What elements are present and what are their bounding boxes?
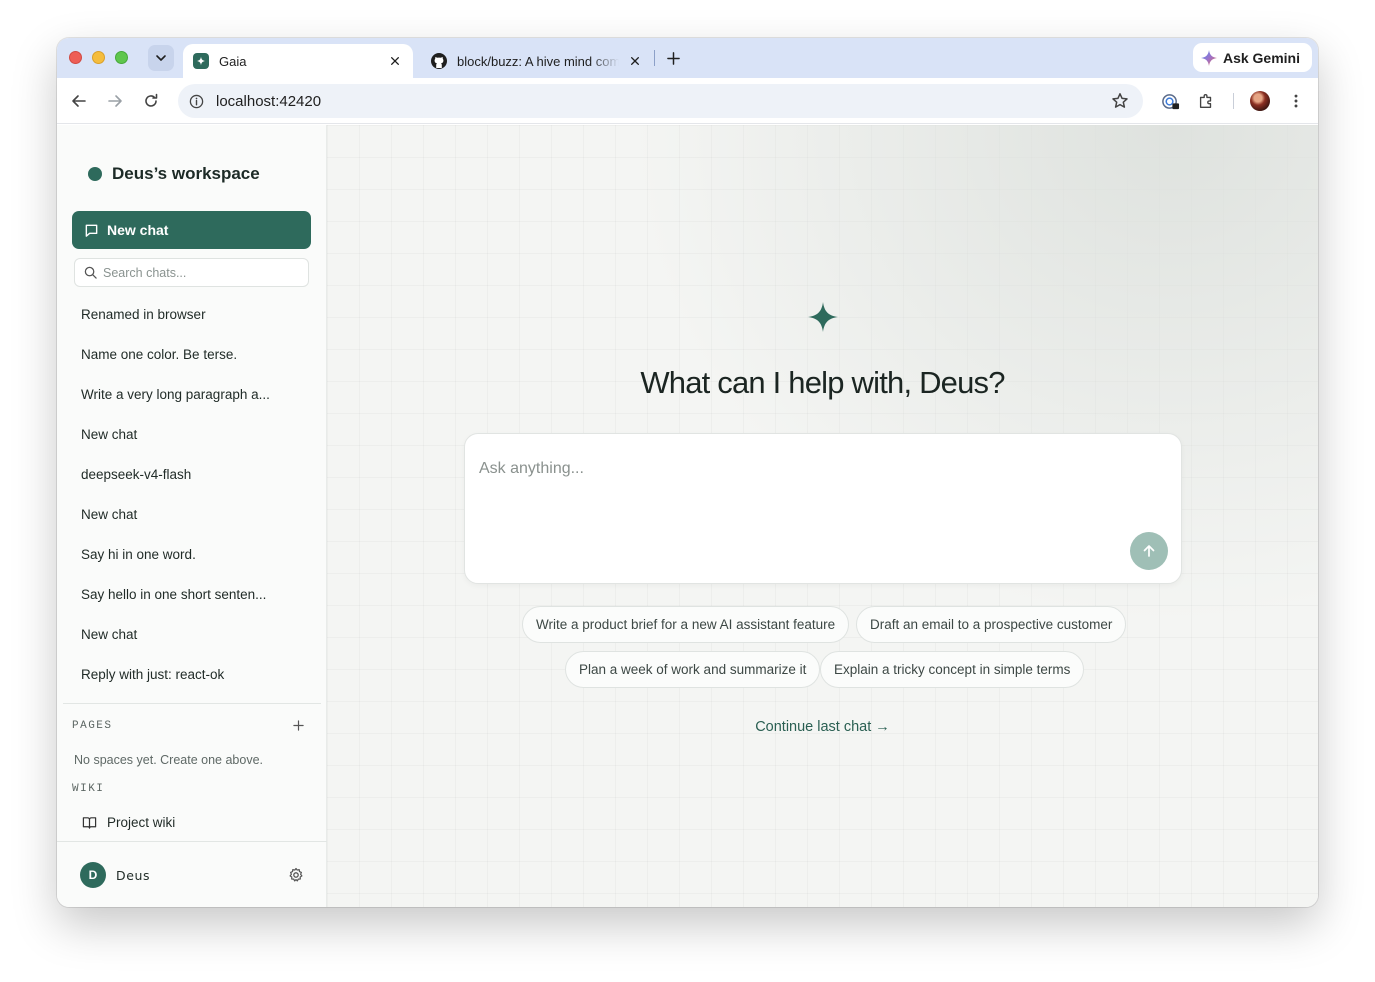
- ask-gemini-button[interactable]: Ask Gemini: [1192, 43, 1312, 72]
- tab-search-button[interactable]: [148, 45, 174, 71]
- forward-button[interactable]: [104, 90, 126, 112]
- github-icon: [431, 53, 447, 69]
- chat-list-item[interactable]: Write a very long paragraph a...: [69, 374, 315, 414]
- pages-section-label: PAGES: [72, 720, 113, 732]
- chat-list-item[interactable]: Name one color. Be terse.: [69, 334, 315, 374]
- chat-bubble-icon: [85, 224, 98, 237]
- workspace-dot-icon: [88, 167, 102, 181]
- search-icon: [84, 266, 97, 279]
- tab-gaia[interactable]: Gaia: [183, 44, 413, 78]
- book-icon: [82, 817, 97, 829]
- add-page-button[interactable]: [290, 717, 306, 733]
- suggestion-chip[interactable]: Write a product brief for a new AI assis…: [522, 606, 850, 643]
- chevron-down-icon: [156, 55, 166, 61]
- arrow-right-icon: [108, 95, 122, 107]
- tab-title: Gaia: [219, 53, 247, 69]
- app-root: Deus’s workspace New chat Renamed in bro…: [57, 125, 1318, 907]
- tab-github[interactable]: block/buzz: A hive mind comm: [421, 44, 653, 78]
- minimize-window-button[interactable]: [92, 51, 105, 64]
- plus-icon: [292, 719, 304, 731]
- browser-menu-icon[interactable]: [1286, 91, 1306, 111]
- sidebar-footer: D Deus: [57, 841, 327, 907]
- pages-empty-note: No spaces yet. Create one above.: [74, 753, 264, 767]
- url-text: localhost:42420: [216, 92, 322, 110]
- user-avatar[interactable]: D: [80, 862, 106, 888]
- chat-list-item[interactable]: deepseek-v4-flash: [69, 454, 315, 494]
- gemini-sparkle-icon: [1200, 49, 1217, 66]
- main-panel: What can I help with, Deus? Write a prod…: [327, 125, 1318, 907]
- chat-list-item[interactable]: New chat: [69, 614, 315, 654]
- chat-list-item[interactable]: Say hi in one word.: [69, 534, 315, 574]
- sidebar: Deus’s workspace New chat Renamed in bro…: [57, 125, 327, 907]
- toolbar-divider: [1233, 93, 1234, 109]
- back-button[interactable]: [68, 90, 90, 112]
- suggestion-chip[interactable]: Explain a tricky concept in simple terms: [820, 651, 1085, 688]
- bookmark-star-icon[interactable]: [1111, 92, 1129, 110]
- search-chats[interactable]: [74, 258, 309, 287]
- suggestion-chip[interactable]: Draft an email to a prospective customer: [856, 606, 1127, 643]
- arrow-left-icon: [72, 95, 86, 107]
- new-chat-button[interactable]: New chat: [72, 211, 311, 249]
- ask-gemini-label: Ask Gemini: [1222, 49, 1300, 66]
- new-tab-button[interactable]: [663, 48, 683, 68]
- tab-strip: Gaia block/buzz: A hive mind comm Ask Ge…: [57, 38, 1318, 78]
- sparkle-logo-icon: [808, 302, 838, 332]
- address-bar[interactable]: localhost:42420: [178, 84, 1143, 118]
- close-window-button[interactable]: [69, 51, 82, 64]
- reload-icon: [145, 93, 158, 107]
- site-info-icon[interactable]: [188, 93, 204, 109]
- profile-avatar[interactable]: [1250, 91, 1270, 111]
- gear-icon[interactable]: [288, 867, 304, 883]
- chat-list-item[interactable]: Reply with just: react-ok: [69, 654, 315, 694]
- new-chat-label: New chat: [107, 222, 169, 238]
- browser-window: Gaia block/buzz: A hive mind comm Ask Ge…: [57, 38, 1318, 907]
- arrow-up-icon: [1143, 545, 1155, 557]
- plus-icon: [666, 51, 680, 65]
- extensions-puzzle-icon[interactable]: [1196, 91, 1216, 111]
- password-manager-icon[interactable]: [1160, 91, 1180, 111]
- suggestion-chip[interactable]: Plan a week of work and summarize it: [565, 651, 821, 688]
- close-tab-icon[interactable]: [627, 53, 643, 69]
- wiki-item-label: Project wiki: [107, 815, 176, 830]
- chat-list: Renamed in browser Name one color. Be te…: [69, 294, 315, 694]
- sidebar-item-project-wiki[interactable]: Project wiki: [82, 815, 175, 830]
- user-name: Deus: [116, 868, 151, 883]
- gaia-favicon-icon: [193, 53, 209, 69]
- chat-list-item[interactable]: Say hello in one short senten...: [69, 574, 315, 614]
- tab-title: block/buzz: A hive mind comm: [457, 53, 619, 69]
- send-button[interactable]: [1130, 532, 1168, 570]
- message-input[interactable]: [479, 460, 1119, 530]
- chat-list-item[interactable]: New chat: [69, 414, 315, 454]
- wiki-section-label: WIKI: [72, 783, 105, 795]
- chat-list-item[interactable]: Renamed in browser: [69, 294, 315, 334]
- reload-button[interactable]: [140, 90, 162, 112]
- maximize-window-button[interactable]: [115, 51, 128, 64]
- browser-toolbar: localhost:42420: [57, 78, 1318, 124]
- continue-last-chat-link[interactable]: Continue last chat →: [327, 719, 1318, 735]
- search-input[interactable]: [103, 265, 303, 280]
- message-composer: [464, 433, 1182, 584]
- chat-list-item[interactable]: New chat: [69, 494, 315, 534]
- sidebar-divider: [63, 703, 321, 704]
- workspace-header[interactable]: Deus’s workspace: [88, 164, 260, 184]
- close-tab-icon[interactable]: [387, 53, 403, 69]
- tab-divider: [654, 50, 655, 66]
- page-title: What can I help with, Deus?: [640, 365, 1005, 400]
- workspace-name: Deus’s workspace: [112, 164, 260, 183]
